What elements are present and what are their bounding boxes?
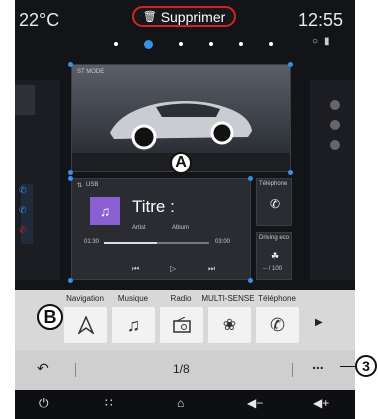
- usb-icon: ⇅: [77, 183, 83, 189]
- more-options-button[interactable]: ...: [312, 356, 324, 372]
- phone-icon: ✆: [270, 197, 281, 211]
- shortcut-label-phone: Téléphone: [258, 294, 296, 303]
- shortcut-label-navigation: Navigation: [66, 294, 104, 303]
- phone-icon: ✆: [19, 185, 27, 195]
- callout-line: [340, 366, 356, 367]
- volume-down-icon[interactable]: ◀−: [247, 396, 263, 410]
- radio-icon: [172, 317, 191, 333]
- page-indicator: 1/8: [173, 362, 190, 376]
- status-icons: ○▮: [312, 36, 336, 47]
- phone-widget[interactable]: Téléphone ✆: [256, 178, 292, 226]
- time-elapsed: 01:30: [84, 239, 100, 245]
- callout-marker-3: 3: [355, 355, 377, 377]
- power-icon[interactable]: ⏻: [39, 396, 49, 411]
- multi-sense-icon: ❀: [222, 317, 237, 334]
- delete-button[interactable]: 🗑 Supprimer: [132, 6, 236, 27]
- home-icon[interactable]: ⌂: [177, 396, 184, 410]
- shortcut-label-music: Musique: [117, 294, 149, 303]
- leaf-icon: ☘: [271, 251, 280, 261]
- callout-marker-a: A: [170, 152, 192, 174]
- delete-label: Supprimer: [160, 8, 226, 25]
- car-image: [110, 101, 252, 150]
- media-artist: Artist: [132, 225, 146, 231]
- previous-icon[interactable]: ⏮: [132, 264, 139, 274]
- media-widget[interactable]: ⇅ USB ♫ Titre : Artist Album 01:30 03:00…: [71, 178, 251, 280]
- page-dot-active[interactable]: [144, 40, 153, 49]
- phone-icon: ✆: [19, 225, 27, 235]
- progress-track[interactable]: [104, 242, 209, 244]
- page-dot[interactable]: [209, 42, 213, 46]
- music-icon: ♫: [126, 314, 141, 335]
- next-icon[interactable]: ⏭: [208, 264, 215, 274]
- play-arrow-icon[interactable]: ▶: [315, 317, 323, 328]
- progress-fill: [104, 242, 157, 244]
- bottom-nav-bar: [15, 390, 355, 419]
- shortcut-label-multi-sense: MULTI-SENSE: [201, 294, 255, 303]
- page-dot[interactable]: [269, 42, 273, 46]
- phone-widget-label: Téléphone: [259, 181, 288, 187]
- driving-eco-label: Driving eco: [259, 235, 290, 241]
- shortcut-radio[interactable]: [160, 307, 203, 343]
- infotainment-screen: 22°C 🗑 Supprimer 12:55 ○▮ ✆ ✆ ✆ ST MODE: [15, 0, 355, 419]
- page-dot[interactable]: [114, 42, 118, 46]
- clock: 12:55: [298, 10, 344, 30]
- back-icon[interactable]: ↶: [37, 360, 49, 377]
- apps-icon[interactable]: ∷: [105, 396, 113, 410]
- shortcut-multi-sense[interactable]: ❀: [208, 307, 251, 343]
- callout-marker-b: B: [37, 304, 63, 330]
- mode-label: ST MODE: [77, 69, 105, 75]
- page-dot[interactable]: [179, 42, 183, 46]
- right-page-preview: [310, 80, 355, 280]
- shortcut-phone[interactable]: ✆: [256, 307, 299, 343]
- phone-icon: ✆: [19, 205, 27, 215]
- media-title: Titre :: [132, 197, 175, 216]
- shortcut-navigation[interactable]: [64, 307, 107, 343]
- media-album: Album: [172, 225, 190, 231]
- temperature: 22°C: [19, 10, 60, 30]
- volume-up-icon[interactable]: ◀+: [313, 396, 329, 410]
- page-dot[interactable]: [239, 42, 243, 46]
- time-total: 03:00: [215, 239, 231, 245]
- media-source: USB: [86, 182, 99, 188]
- driving-eco-widget[interactable]: Driving eco ☘ -- / 100: [256, 232, 292, 280]
- shortcut-label-radio: Radio: [170, 294, 192, 303]
- phone-icon: ✆: [269, 314, 286, 335]
- left-page-preview: ✆ ✆ ✆: [15, 80, 60, 280]
- shortcut-music[interactable]: ♫: [112, 307, 155, 343]
- navigation-icon: [77, 316, 94, 334]
- driving-eco-score: -- / 100: [263, 266, 283, 272]
- album-art-icon: ♫: [90, 197, 120, 225]
- trash-icon: 🗑: [142, 11, 157, 23]
- play-icon[interactable]: ▷: [170, 264, 176, 273]
